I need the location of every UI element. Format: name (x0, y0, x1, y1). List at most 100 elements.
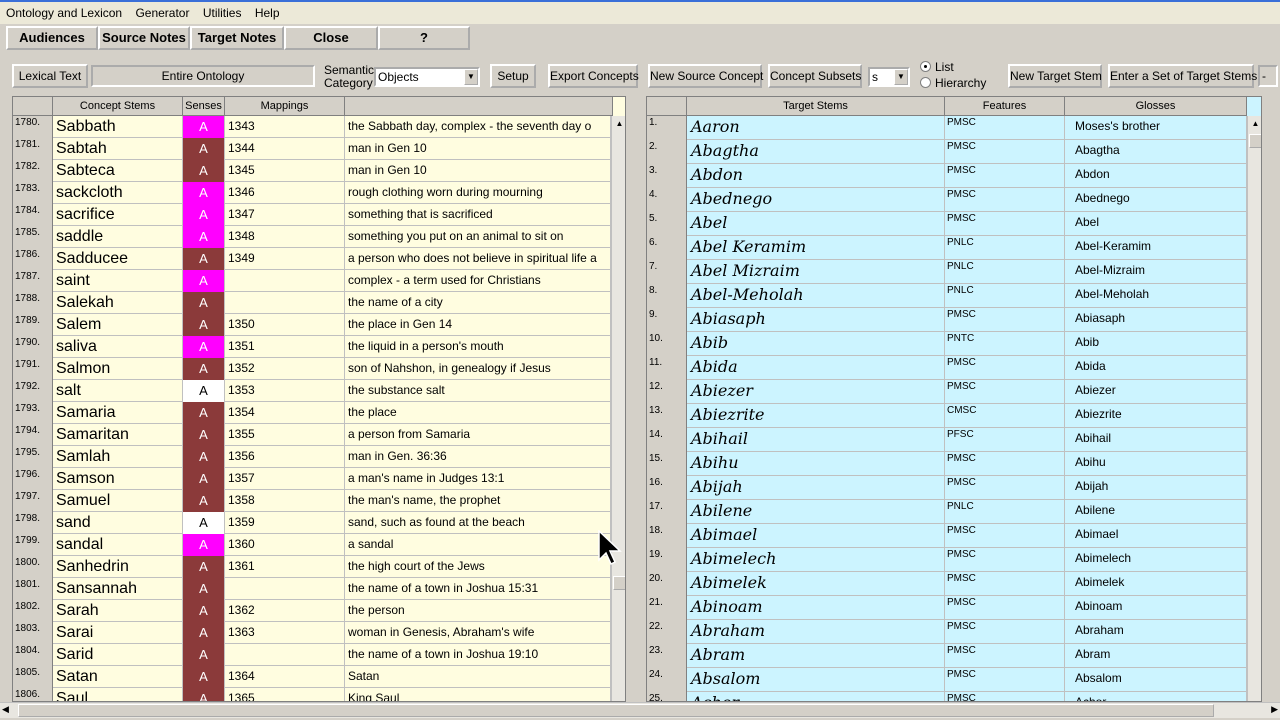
table-row[interactable]: 7. Abel Mizraim PNLC Abel-Mizraim (647, 260, 1247, 284)
row-number[interactable]: 1796. (13, 468, 53, 490)
mapping-cell[interactable]: 1364 (225, 666, 345, 688)
row-number[interactable]: 6. (647, 236, 687, 260)
row-number[interactable]: 18. (647, 524, 687, 548)
target-stem[interactable]: Abdon (687, 164, 945, 188)
target-stem[interactable]: Abiezer (687, 380, 945, 404)
concept-stem[interactable]: Salem (53, 314, 183, 336)
sense-cell[interactable]: A (183, 402, 225, 424)
concept-stem[interactable]: Sansannah (53, 578, 183, 600)
glosses-header[interactable]: Glosses (1065, 97, 1247, 115)
table-row[interactable]: 18. Abimael PMSC Abimael (647, 524, 1247, 548)
scroll-up-icon[interactable]: ▲ (1249, 118, 1261, 130)
concept-stem[interactable]: salt (53, 380, 183, 402)
concept-stem[interactable]: saliva (53, 336, 183, 358)
concept-stem[interactable]: Sabteca (53, 160, 183, 182)
features-cell[interactable]: PMSC (945, 572, 1065, 596)
description-cell[interactable]: something that is sacrificed (345, 204, 611, 226)
entire-ontology-field[interactable]: Entire Ontology (91, 65, 315, 87)
gloss-cell[interactable]: Abilene (1065, 500, 1247, 524)
row-number[interactable]: 15. (647, 452, 687, 476)
description-cell[interactable]: Satan (345, 666, 611, 688)
sense-cell[interactable]: A (183, 512, 225, 534)
horizontal-scrollbar[interactable]: ◀ ▶ (0, 702, 1280, 718)
concept-stem[interactable]: Sarah (53, 600, 183, 622)
mapping-cell[interactable]: 1358 (225, 490, 345, 512)
concept-stem[interactable]: Salekah (53, 292, 183, 314)
table-row[interactable]: 13. Abiezrite CMSC Abiezrite (647, 404, 1247, 428)
features-cell[interactable]: PMSC (945, 452, 1065, 476)
features-cell[interactable]: PMSC (945, 476, 1065, 500)
row-number[interactable]: 1803. (13, 622, 53, 644)
sense-cell[interactable]: A (183, 622, 225, 644)
row-number[interactable]: 1789. (13, 314, 53, 336)
target-stem[interactable]: Abinoam (687, 596, 945, 620)
sense-cell[interactable]: A (183, 556, 225, 578)
row-number[interactable]: 11. (647, 356, 687, 380)
gloss-cell[interactable]: Abijah (1065, 476, 1247, 500)
mapping-cell[interactable]: 1363 (225, 622, 345, 644)
features-cell[interactable]: PFSC (945, 428, 1065, 452)
mapping-cell[interactable]: 1348 (225, 226, 345, 248)
row-number[interactable]: 1800. (13, 556, 53, 578)
target-stem[interactable]: Abib (687, 332, 945, 356)
sense-cell[interactable]: A (183, 358, 225, 380)
table-row[interactable]: 15. Abihu PMSC Abihu (647, 452, 1247, 476)
row-number[interactable]: 24. (647, 668, 687, 692)
row-number[interactable]: 7. (647, 260, 687, 284)
target-stem[interactable]: Abimelech (687, 548, 945, 572)
description-cell[interactable]: the name of a town in Joshua 15:31 (345, 578, 611, 600)
row-number[interactable]: 8. (647, 284, 687, 308)
senses-header[interactable]: Senses (183, 97, 225, 115)
source-notes-button[interactable]: Source Notes (98, 26, 190, 50)
sense-cell[interactable]: A (183, 226, 225, 248)
features-cell[interactable]: PMSC (945, 692, 1065, 701)
row-number[interactable]: 1797. (13, 490, 53, 512)
gloss-cell[interactable]: Abihail (1065, 428, 1247, 452)
sense-cell[interactable]: A (183, 446, 225, 468)
sense-cell[interactable]: A (183, 644, 225, 666)
gloss-cell[interactable]: Abel-Meholah (1065, 284, 1247, 308)
target-stem[interactable]: Abilene (687, 500, 945, 524)
row-number[interactable]: 1780. (13, 116, 53, 138)
target-stem[interactable]: Abraham (687, 620, 945, 644)
mapping-cell[interactable]: 1347 (225, 204, 345, 226)
row-number[interactable]: 25. (647, 692, 687, 701)
table-row[interactable]: 12. Abiezer PMSC Abiezer (647, 380, 1247, 404)
gloss-cell[interactable]: Abida (1065, 356, 1247, 380)
sense-cell[interactable]: A (183, 270, 225, 292)
table-row[interactable]: 16. Abijah PMSC Abijah (647, 476, 1247, 500)
mapping-cell[interactable] (225, 644, 345, 666)
description-cell[interactable]: sand, such as found at the beach (345, 512, 611, 534)
row-number[interactable]: 1792. (13, 380, 53, 402)
sense-cell[interactable]: A (183, 424, 225, 446)
sense-cell[interactable]: A (183, 314, 225, 336)
description-cell[interactable]: a person from Samaria (345, 424, 611, 446)
close-button[interactable]: Close (284, 26, 378, 50)
target-stem[interactable]: Abel-Meholah (687, 284, 945, 308)
audiences-button[interactable]: Audiences (6, 26, 98, 50)
sense-cell[interactable]: A (183, 204, 225, 226)
concept-stems-header[interactable]: Concept Stems (53, 97, 183, 115)
table-row[interactable]: 1800. Sanhedrin A 1361 the high court of the… (13, 556, 611, 578)
target-stem[interactable]: Abimelek (687, 572, 945, 596)
description-cell[interactable]: the person (345, 600, 611, 622)
features-cell[interactable]: PNLC (945, 284, 1065, 308)
row-number[interactable]: 13. (647, 404, 687, 428)
scroll-up-icon[interactable]: ▲ (613, 118, 625, 130)
table-row[interactable]: 9. Abiasaph PMSC Abiasaph (647, 308, 1247, 332)
row-number[interactable]: 14. (647, 428, 687, 452)
table-row[interactable]: 1786. Sadducee A 1349 a person who does not … (13, 248, 611, 270)
concept-stem[interactable]: Satan (53, 666, 183, 688)
table-row[interactable]: 20. Abimelek PMSC Abimelek (647, 572, 1247, 596)
row-number[interactable]: 2. (647, 140, 687, 164)
concept-stem[interactable]: saddle (53, 226, 183, 248)
target-notes-button[interactable]: Target Notes (190, 26, 284, 50)
row-number[interactable]: 10. (647, 332, 687, 356)
target-stem[interactable]: Abednego (687, 188, 945, 212)
table-row[interactable]: 5. Abel PMSC Abel (647, 212, 1247, 236)
features-cell[interactable]: PNTC (945, 332, 1065, 356)
target-stem[interactable]: Abel Keramim (687, 236, 945, 260)
table-row[interactable]: 17. Abilene PNLC Abilene (647, 500, 1247, 524)
features-cell[interactable]: PMSC (945, 308, 1065, 332)
features-header[interactable]: Features (945, 97, 1065, 115)
